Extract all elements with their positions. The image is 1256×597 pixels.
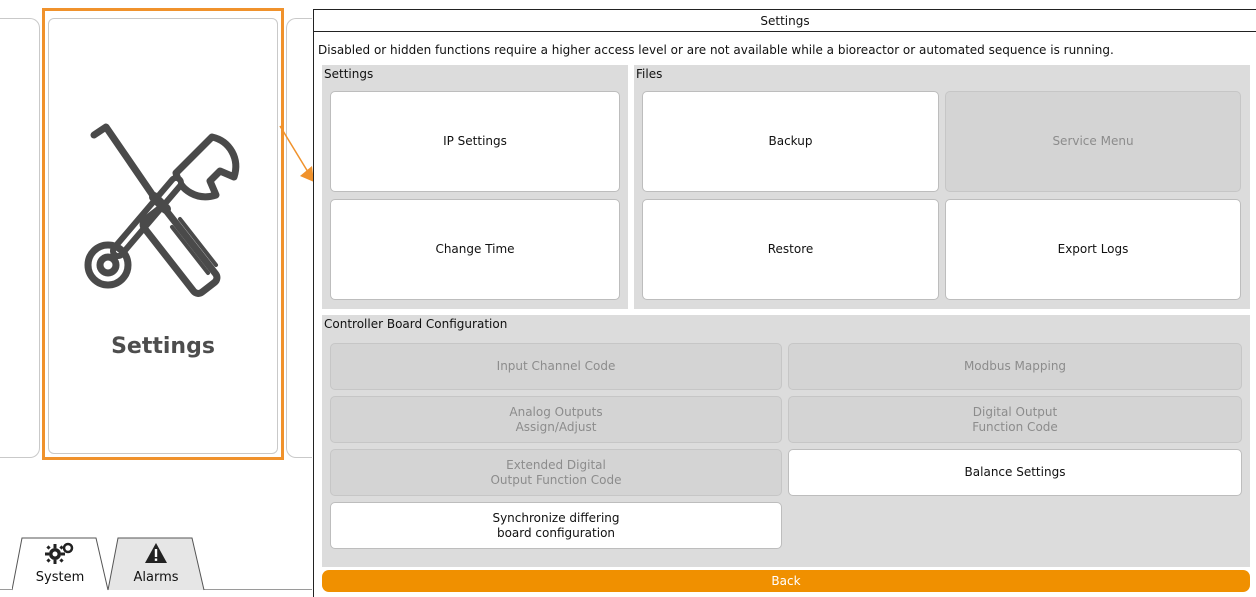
panel-title: Settings — [314, 10, 1256, 32]
next-tile[interactable] — [286, 18, 312, 458]
extended-digital-output-button[interactable]: Extended Digital Output Function Code — [330, 449, 782, 496]
digital-output-function-code-button[interactable]: Digital Output Function Code — [788, 396, 1242, 443]
access-notice: Disabled or hidden functions require a h… — [318, 43, 1114, 57]
change-time-button[interactable]: Change Time — [330, 199, 620, 300]
gears-icon — [12, 542, 108, 567]
tile-label: Settings — [111, 334, 215, 359]
analog-outputs-button[interactable]: Analog Outputs Assign/Adjust — [330, 396, 782, 443]
settings-panel: Settings Disabled or hidden functions re… — [313, 9, 1256, 597]
back-button[interactable]: Back — [322, 570, 1250, 592]
service-menu-button[interactable]: Service Menu — [945, 91, 1241, 192]
input-channel-code-button[interactable]: Input Channel Code — [330, 343, 782, 390]
settings-group: Settings IP Settings Change Time — [322, 65, 628, 309]
group-title: Files — [636, 67, 663, 81]
tab-alarms-label: Alarms — [133, 570, 179, 585]
warning-icon — [108, 542, 204, 567]
modbus-mapping-button[interactable]: Modbus Mapping — [788, 343, 1242, 390]
previous-tile[interactable] — [0, 18, 40, 458]
group-title: Settings — [324, 67, 374, 81]
backup-button[interactable]: Backup — [642, 91, 939, 192]
group-title: Controller Board Configuration — [324, 317, 508, 331]
balance-settings-button[interactable]: Balance Settings — [788, 449, 1242, 496]
restore-button[interactable]: Restore — [642, 199, 939, 300]
left-navigation: Settings System Alarms — [0, 0, 312, 597]
tab-system[interactable]: System — [12, 536, 109, 591]
synchronize-board-config-button[interactable]: Synchronize differing board configuratio… — [330, 502, 782, 549]
tab-alarms[interactable]: Alarms — [108, 536, 205, 591]
files-group: Files Backup Service Menu Restore Export… — [634, 65, 1250, 309]
tab-system-label: System — [35, 570, 85, 585]
wrench-screwdriver-icon — [84, 123, 240, 297]
ip-settings-button[interactable]: IP Settings — [330, 91, 620, 192]
controller-board-group: Controller Board Configuration Input Cha… — [322, 315, 1250, 567]
export-logs-button[interactable]: Export Logs — [945, 199, 1241, 300]
settings-tile[interactable]: Settings — [48, 18, 278, 454]
